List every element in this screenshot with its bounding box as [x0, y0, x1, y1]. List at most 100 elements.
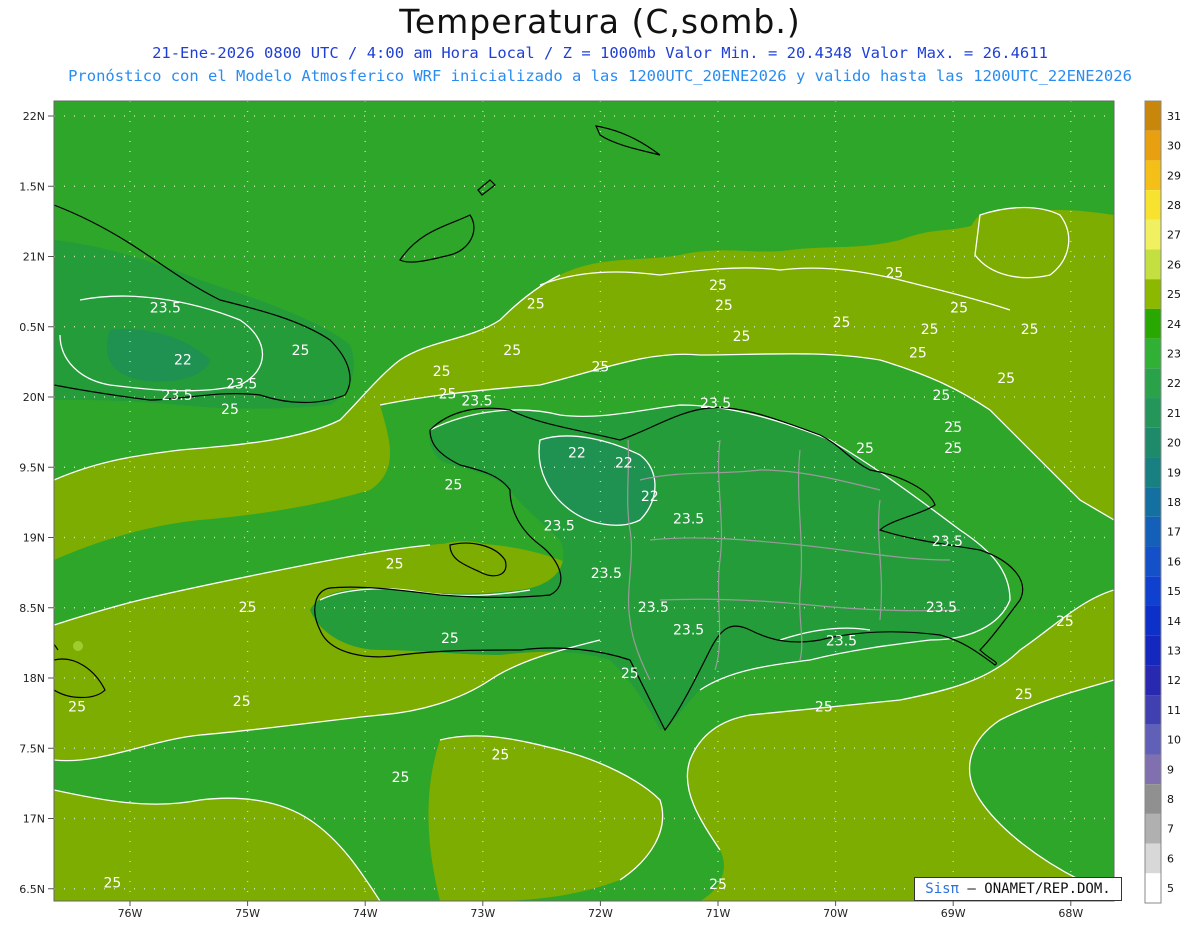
lon-tick-label: 70W: [823, 907, 848, 920]
colorbar-label: 20: [1167, 437, 1181, 450]
contour-label: 25: [392, 770, 410, 786]
contour-label: 25: [997, 371, 1015, 387]
colorbar-label: 27: [1167, 229, 1181, 242]
contour-label: 23.5: [461, 393, 492, 409]
contour-label: 23.5: [926, 600, 957, 616]
temperature-map: 22N 1.5N 21N 0.5N 20N 9.5N 19N 8.5N 18N 7.5N 17N 6.…: [19, 100, 1181, 920]
colorbar-swatch: [1145, 160, 1161, 191]
colorbar-label: 21: [1167, 407, 1181, 420]
colorbar-swatch: [1145, 130, 1161, 161]
colorbar-label: 18: [1167, 496, 1181, 509]
contour-label: 22: [615, 455, 633, 471]
colorbar-swatch: [1145, 101, 1161, 131]
colorbar-swatch: [1145, 546, 1161, 577]
credit-box: Sisπ – ONAMET/REP.DOM.: [914, 877, 1122, 901]
lat-tick-label: 0.5N: [19, 321, 45, 334]
contour-label: 23.5: [150, 301, 181, 317]
contour-label: 25: [856, 441, 874, 457]
colorbar-label: 15: [1167, 585, 1181, 598]
contour-label: 25: [68, 700, 86, 716]
contour-label: 25: [885, 266, 903, 282]
colorbar-label: 12: [1167, 674, 1181, 687]
colorbar-label: 24: [1167, 318, 1181, 331]
lat-axis: 22N 1.5N 21N 0.5N 20N 9.5N 19N 8.5N 18N 7.5N 17N 6.…: [19, 110, 54, 896]
lon-tick-label: 69W: [941, 907, 966, 920]
contour-label: 25: [621, 666, 639, 682]
contour-label: 25: [444, 478, 462, 494]
lat-tick-label: 20N: [23, 391, 45, 404]
colorbar-label: 29: [1167, 169, 1181, 182]
field-26-spot: [73, 641, 83, 651]
lon-tick-label: 71W: [706, 907, 731, 920]
contour-label: 23.5: [700, 396, 731, 412]
colorbar-label: 5: [1167, 882, 1174, 895]
contour-label: 25: [591, 360, 609, 376]
contour-label: 25: [815, 700, 833, 716]
colorbar-swatch: [1145, 813, 1161, 844]
contour-label: 25: [492, 747, 510, 763]
colorbar-label: 13: [1167, 645, 1181, 658]
contour-label: 23.5: [161, 388, 192, 404]
colorbar-swatch: [1145, 605, 1161, 636]
lon-tick-label: 68W: [1058, 907, 1083, 920]
colorbar-label: 14: [1167, 615, 1181, 628]
colorbar-swatch: [1145, 398, 1161, 428]
colorbar-swatch: [1145, 665, 1161, 696]
colorbar-swatch: [1145, 873, 1161, 903]
colorbar-label: 16: [1167, 555, 1181, 568]
colorbar-label: 30: [1167, 140, 1181, 153]
colorbar-swatch: [1145, 368, 1161, 399]
colorbar-label: 31: [1167, 110, 1181, 123]
colorbar-swatch: [1145, 487, 1161, 517]
contour-label: 25: [439, 386, 457, 402]
colorbar-swatch: [1145, 249, 1161, 280]
colorbar-label: 17: [1167, 526, 1181, 539]
contour-label: 25: [386, 556, 404, 572]
contour-label: 25: [709, 877, 727, 893]
credit-text: – ONAMET/REP.DOM.: [967, 881, 1111, 897]
lat-tick-label: 21N: [23, 251, 45, 264]
contour-label: 25: [1021, 322, 1039, 338]
contour-label: 22: [568, 445, 586, 461]
colorbar-swatch: [1145, 635, 1161, 666]
contour-label: 25: [1056, 614, 1074, 630]
colorbar-label: 8: [1167, 793, 1174, 806]
colorbar-swatch: [1145, 754, 1161, 785]
contour-label: 25: [733, 329, 751, 345]
colorbar-label: 7: [1167, 823, 1174, 836]
contour-label: 23.5: [932, 534, 963, 550]
colorbar-swatch: [1145, 308, 1161, 339]
colorbar-swatch: [1145, 338, 1161, 369]
contour-label: 25: [950, 301, 968, 317]
colorbar-label: 22: [1167, 377, 1181, 390]
lat-tick-label: 8.5N: [19, 602, 45, 615]
contour-label: 22: [174, 353, 192, 369]
lon-tick-label: 74W: [353, 907, 378, 920]
colorbar-label: 25: [1167, 288, 1181, 301]
contour-label: 25: [433, 364, 451, 380]
lat-tick-label: 1.5N: [19, 180, 45, 193]
colorbar-swatch: [1145, 843, 1161, 874]
colorbar-swatch: [1145, 457, 1161, 488]
colorbar-label: 11: [1167, 704, 1181, 717]
colorbar-swatch: [1145, 576, 1161, 606]
colorbar-swatch: [1145, 427, 1161, 458]
lon-tick-label: 73W: [470, 907, 495, 920]
colorbar: 31 30 29 28 27 26 25 24 23 22 21 20 19 18 17 16 15 14 13 12…: [1144, 100, 1181, 904]
contour-label: 25: [715, 298, 733, 314]
contour-label: 23.5: [638, 600, 669, 616]
lat-tick-label: 19N: [23, 532, 45, 545]
colorbar-swatch: [1145, 219, 1161, 250]
lon-tick-label: 75W: [235, 907, 260, 920]
colorbar-swatch: [1145, 279, 1161, 309]
lat-tick-label: 7.5N: [19, 742, 45, 755]
contour-label: 25: [833, 315, 851, 331]
contour-label: 23.5: [826, 634, 857, 650]
colorbar-label: 10: [1167, 734, 1181, 747]
contour-label: 25: [933, 388, 951, 404]
contour-label: 25: [944, 420, 962, 436]
lat-tick-label: 18N: [23, 672, 45, 685]
contour-label: 25: [292, 343, 310, 359]
colorbar-label: 26: [1167, 258, 1181, 271]
contour-label: 25: [239, 600, 257, 616]
